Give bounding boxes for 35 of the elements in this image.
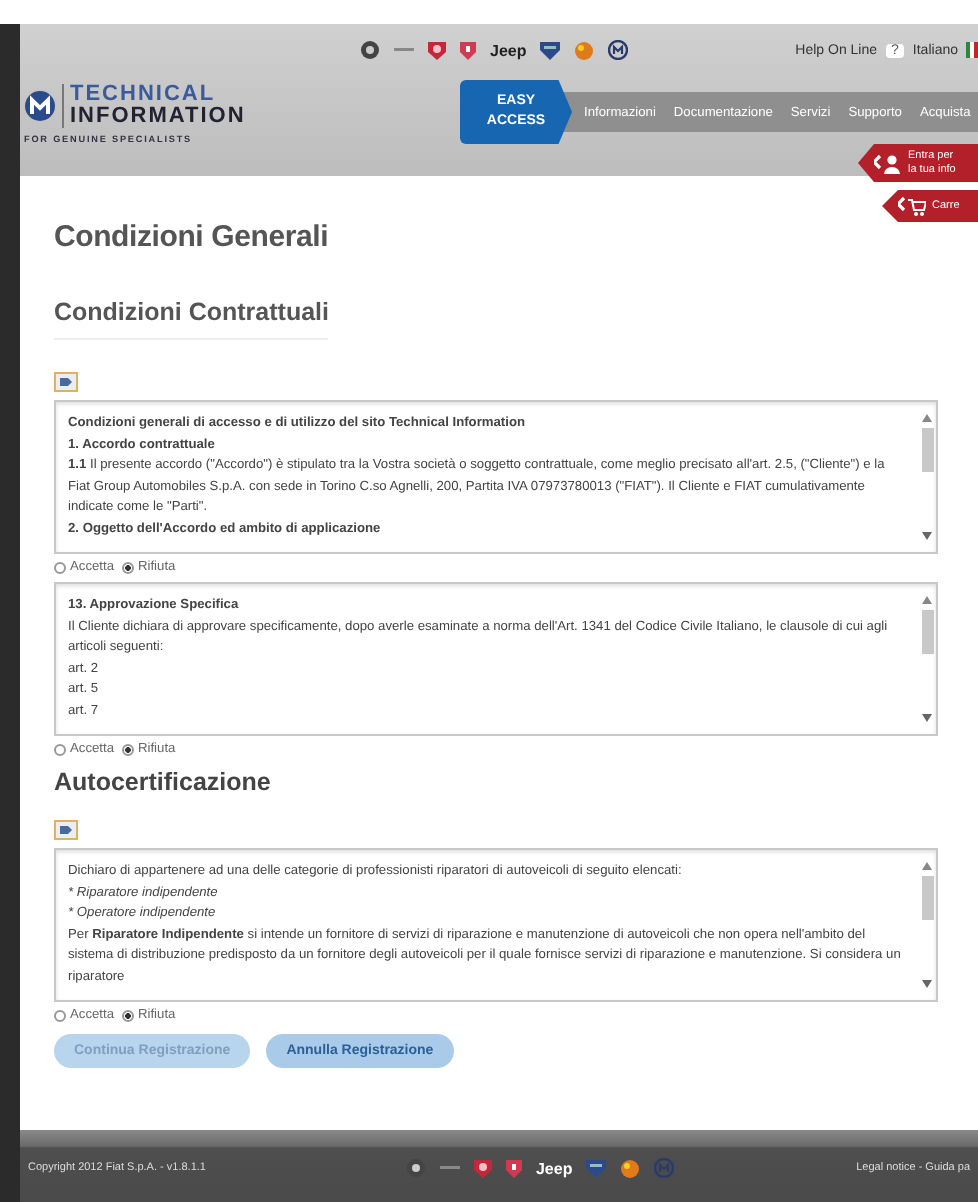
- shield-icon[interactable]: [505, 1158, 522, 1178]
- text-box[interactable]: [54, 400, 938, 554]
- section-heading: Autocertificazione: [54, 768, 271, 796]
- scrollbar[interactable]: [918, 414, 936, 540]
- arrow-down-icon[interactable]: [922, 532, 932, 540]
- text-box[interactable]: [54, 582, 938, 736]
- document-icon[interactable]: [54, 820, 78, 840]
- arrow-up-icon[interactable]: [922, 862, 932, 870]
- shield-icon[interactable]: [428, 40, 446, 60]
- shield-icon[interactable]: [460, 40, 476, 60]
- logo-title: TECHNICAL: [70, 84, 218, 106]
- logo-title: INFORMATION: [70, 106, 246, 128]
- text-box[interactable]: [54, 848, 938, 1002]
- page-title: Condizioni Generali: [54, 220, 331, 254]
- dash-icon[interactable]: [439, 1164, 460, 1172]
- arrow-down-icon[interactable]: [922, 714, 932, 722]
- shield-icon[interactable]: [473, 1158, 492, 1178]
- section-heading: Condizioni Contrattuali: [54, 298, 329, 340]
- brand-text[interactable]: Jeep: [535, 1159, 573, 1177]
- arrow-down-icon[interactable]: [922, 980, 932, 988]
- globe-icon[interactable]: [405, 1158, 426, 1178]
- m-logo-icon[interactable]: [608, 40, 629, 60]
- arrow-up-icon[interactable]: [922, 596, 932, 604]
- m-logo-icon[interactable]: [24, 90, 56, 122]
- shield-icon[interactable]: [586, 1158, 607, 1178]
- globe-icon[interactable]: [360, 40, 380, 60]
- cart-icon: [898, 196, 926, 216]
- flag-icon[interactable]: [966, 42, 978, 58]
- brand-text[interactable]: Jeep: [490, 41, 527, 59]
- scrollbar[interactable]: [918, 596, 936, 722]
- arrow-up-icon[interactable]: [922, 414, 932, 422]
- user-icon: [874, 153, 902, 173]
- scrollbar[interactable]: [918, 862, 936, 988]
- shield-icon[interactable]: [540, 40, 561, 60]
- document-icon[interactable]: [54, 372, 78, 392]
